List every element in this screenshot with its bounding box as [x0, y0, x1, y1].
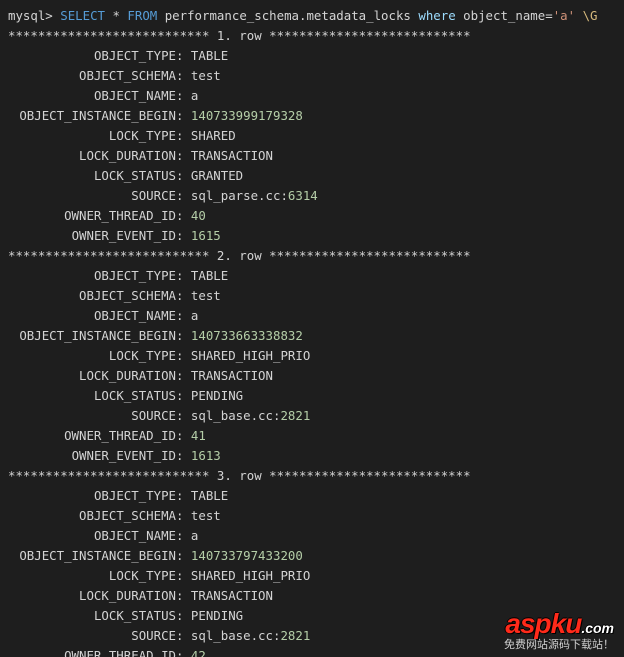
row-sep-1: *************************** 1. row *****…: [8, 28, 471, 43]
label-lock-status: LOCK_STATUS: [8, 606, 176, 626]
label-object-type: OBJECT_TYPE: [8, 266, 176, 286]
q-close: ': [568, 8, 575, 23]
label-lock-duration: LOCK_DURATION: [8, 366, 176, 386]
v-instance-begin-2: 140733663338832: [191, 328, 303, 343]
query-table: performance_schema.metadata_locks: [165, 8, 411, 23]
label-object-type: OBJECT_TYPE: [8, 486, 176, 506]
label-object-schema: OBJECT_SCHEMA: [8, 506, 176, 526]
v-lock-duration-2: TRANSACTION: [191, 368, 273, 383]
mysql-prompt: mysql>: [8, 8, 53, 23]
v-lock-status-3: PENDING: [191, 608, 243, 623]
star: *: [112, 8, 119, 23]
label-object-name: OBJECT_NAME: [8, 526, 176, 546]
v-object-name-1: a: [191, 88, 198, 103]
v-source-file-2: sql_base.cc:: [191, 408, 281, 423]
label-source: SOURCE: [8, 626, 176, 646]
label-instance-begin: OBJECT_INSTANCE_BEGIN: [8, 546, 176, 566]
v-object-schema-2: test: [191, 288, 221, 303]
label-instance-begin: OBJECT_INSTANCE_BEGIN: [8, 106, 176, 126]
label-lock-duration: LOCK_DURATION: [8, 586, 176, 606]
v-source-line-1: 6314: [288, 188, 318, 203]
v-object-type-3: TABLE: [191, 488, 228, 503]
v-object-name-2: a: [191, 308, 198, 323]
kw-from: FROM: [127, 8, 157, 23]
v-object-type-2: TABLE: [191, 268, 228, 283]
v-event-id-1: 1615: [191, 228, 221, 243]
row-sep-3: *************************** 3. row *****…: [8, 468, 471, 483]
label-lock-type: LOCK_TYPE: [8, 346, 176, 366]
suffix-g: \G: [583, 8, 598, 23]
label-source: SOURCE: [8, 186, 176, 206]
v-lock-duration-3: TRANSACTION: [191, 588, 273, 603]
v-instance-begin-1: 140733999179328: [191, 108, 303, 123]
v-lock-status-1: GRANTED: [191, 168, 243, 183]
label-lock-duration: LOCK_DURATION: [8, 146, 176, 166]
label-thread-id: OWNER_THREAD_ID: [8, 206, 176, 226]
v-lock-type-3: SHARED_HIGH_PRIO: [191, 568, 310, 583]
cond-v: a: [560, 8, 567, 23]
v-thread-id-3: 42: [191, 648, 206, 657]
v-object-type-1: TABLE: [191, 48, 228, 63]
label-object-name: OBJECT_NAME: [8, 306, 176, 326]
v-object-schema-3: test: [191, 508, 221, 523]
label-object-schema: OBJECT_SCHEMA: [8, 66, 176, 86]
v-source-line-2: 2821: [280, 408, 310, 423]
v-instance-begin-3: 140733797433200: [191, 548, 303, 563]
v-source-file-3: sql_base.cc:: [191, 628, 281, 643]
label-lock-type: LOCK_TYPE: [8, 566, 176, 586]
v-event-id-2: 1613: [191, 448, 221, 463]
label-event-id: OWNER_EVENT_ID: [8, 446, 176, 466]
label-object-type: OBJECT_TYPE: [8, 46, 176, 66]
cond-l: object_name=: [463, 8, 553, 23]
label-lock-status: LOCK_STATUS: [8, 166, 176, 186]
label-lock-type: LOCK_TYPE: [8, 126, 176, 146]
v-lock-type-1: SHARED: [191, 128, 236, 143]
v-source-line-3: 2821: [280, 628, 310, 643]
v-lock-type-2: SHARED_HIGH_PRIO: [191, 348, 310, 363]
label-thread-id: OWNER_THREAD_ID: [8, 426, 176, 446]
v-object-name-3: a: [191, 528, 198, 543]
label-event-id: OWNER_EVENT_ID: [8, 226, 176, 246]
kw-select: SELECT: [60, 8, 105, 23]
v-thread-id-2: 41: [191, 428, 206, 443]
label-lock-status: LOCK_STATUS: [8, 386, 176, 406]
row-sep-2: *************************** 2. row *****…: [8, 248, 471, 263]
terminal-output: mysql> SELECT * FROM performance_schema.…: [0, 0, 624, 657]
v-source-file-1: sql_parse.cc:: [191, 188, 288, 203]
label-thread-id: OWNER_THREAD_ID: [8, 646, 176, 657]
label-instance-begin: OBJECT_INSTANCE_BEGIN: [8, 326, 176, 346]
label-object-schema: OBJECT_SCHEMA: [8, 286, 176, 306]
v-object-schema-1: test: [191, 68, 221, 83]
v-lock-duration-1: TRANSACTION: [191, 148, 273, 163]
v-lock-status-2: PENDING: [191, 388, 243, 403]
kw-where: where: [418, 8, 455, 23]
label-source: SOURCE: [8, 406, 176, 426]
v-thread-id-1: 40: [191, 208, 206, 223]
label-object-name: OBJECT_NAME: [8, 86, 176, 106]
